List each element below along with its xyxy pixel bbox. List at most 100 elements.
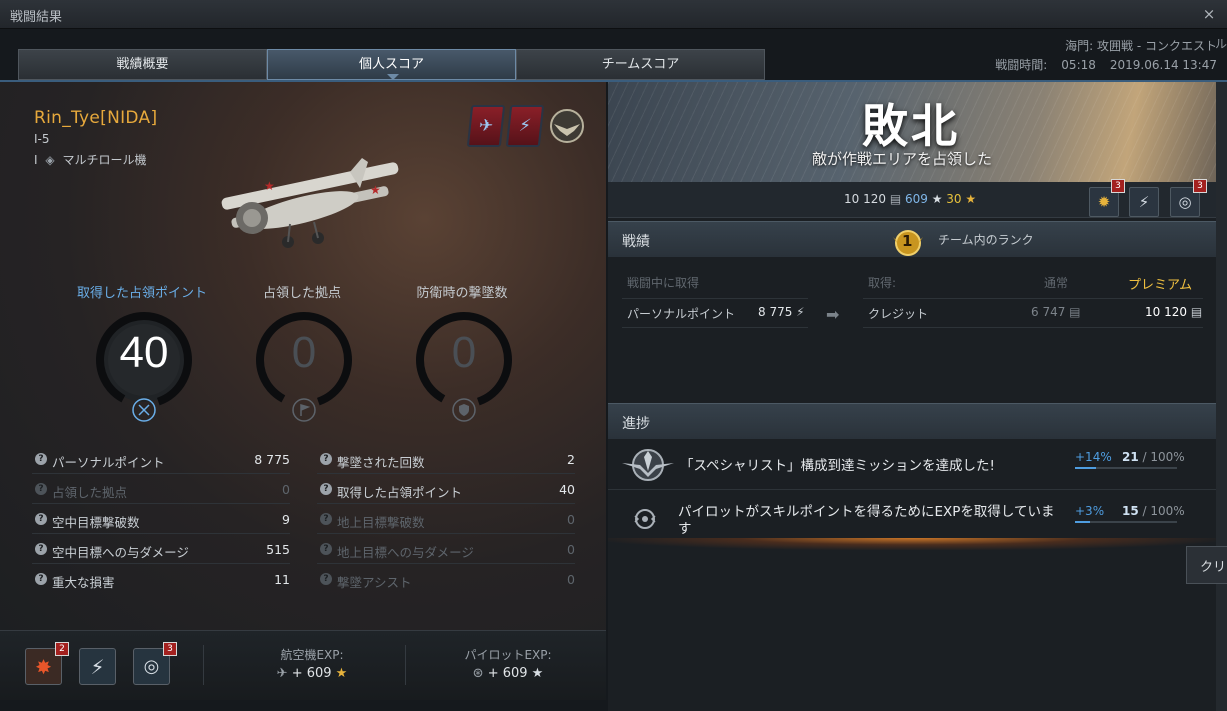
stat-value: 0 [567, 512, 575, 527]
progress-delta: +3% [1075, 504, 1105, 518]
stat-title-bases-captured: 占領した拠点 [262, 286, 341, 301]
stat-label: 地上目標への与ダメージ [337, 545, 474, 560]
crossed-swords-icon [132, 398, 156, 422]
stat-label: 空中目標への与ダメージ [52, 545, 189, 560]
pilot-icon: ⊛ [472, 666, 488, 681]
help-icon[interactable]: ? [35, 453, 47, 465]
achievements-badge: 2 [55, 642, 69, 656]
stat-row: ? 占領した拠点 0 [32, 474, 290, 504]
credits-icon: ▤ [886, 192, 905, 206]
help-icon[interactable]: ? [320, 573, 332, 585]
flag-icon [292, 398, 316, 422]
stat-row: ? パーソナルポイント 8 775 [32, 444, 290, 474]
help-icon[interactable]: ? [35, 573, 47, 585]
lightning-small-icon: ⚡ [792, 305, 805, 319]
stat-row: ? 撃墜アシスト 0 [317, 564, 575, 594]
medal-icon: ◎ [143, 656, 160, 677]
specialist-wings-icon [622, 449, 674, 481]
medal-eagle-icon[interactable] [547, 105, 587, 147]
stat-value: 0 [282, 482, 290, 497]
achievement-ribbons: ✈ ⚡ [466, 105, 587, 147]
progress-item: パイロットがスキルポイントを得るためにEXPを取得しています [608, 494, 1216, 544]
pilot-exp-value: + 609 [487, 666, 528, 681]
tab-personal-score[interactable]: 個人スコア [267, 49, 516, 80]
lightning-button[interactable]: ⚡ [79, 648, 116, 685]
help-icon[interactable]: ? [35, 483, 47, 495]
progress-bar [1075, 521, 1177, 523]
defense-kills-value: 0 [451, 328, 477, 377]
pilot-exp-label: パイロットEXP: [464, 648, 552, 662]
free-exp-value: 30 [946, 192, 962, 206]
result-tabs: 戦績概要 個人スコア チームスコア [18, 49, 766, 80]
ribbon-achievement-icon[interactable]: ✈ [466, 105, 506, 147]
rank-value: 1 [902, 232, 913, 250]
stat-value: 11 [274, 572, 290, 587]
progress-item: 「スペシャリスト」構成到達ミッションを達成した! [608, 440, 1216, 490]
personal-points-label: パーソナルポイント [627, 307, 736, 321]
close-icon[interactable]: × [1199, 4, 1219, 24]
help-icon[interactable]: ? [35, 543, 47, 555]
stat-ring-capture-points: 40 [94, 310, 194, 410]
credit-normal: 6 747 ▤ [1031, 305, 1081, 319]
tab-team-score[interactable]: チームスコア [516, 49, 765, 80]
edge-text: ル [1214, 37, 1227, 51]
progress-header: 進捗 [608, 403, 1216, 439]
aircraft-name: I-5 [34, 132, 50, 146]
free-exp-star-icon: ★ [961, 192, 977, 206]
result-title: 敗北 [862, 99, 960, 153]
ribbon-lightning-icon[interactable]: ⚡ [505, 105, 545, 147]
stat-row: ? 撃墜された回数 2 [317, 444, 575, 474]
achievement-burst-icon: ✹ [1097, 193, 1111, 211]
premium-label: プレミアム [1128, 278, 1193, 293]
aircraft-role: I ◈ マルチロール機 [34, 151, 146, 168]
help-icon[interactable]: ? [320, 513, 332, 525]
personal-points: 8 775 ⚡ [758, 305, 805, 319]
svg-text:★: ★ [370, 183, 381, 197]
progress-value: 15 / 100% [1122, 504, 1185, 518]
progress-bar [1075, 467, 1177, 469]
lightning-icon: ⚡ [1138, 193, 1150, 211]
stat-value: 0 [567, 572, 575, 587]
stat-value: 2 [567, 452, 575, 467]
progress-glow [608, 538, 1216, 550]
result-lightning-button[interactable]: ⚡ [1129, 187, 1159, 217]
duration-label: 戦闘時間: [995, 58, 1048, 72]
stat-label: 撃墜アシスト [337, 575, 412, 590]
credit-label: クレジット [868, 307, 929, 321]
stat-row: ? 空中目標への与ダメージ 515 [32, 534, 290, 564]
tab-summary[interactable]: 戦績概要 [18, 49, 267, 80]
explosion-plus-icon: ✸ [35, 654, 52, 679]
credit-premium-value: 10 120 [1145, 305, 1187, 319]
star-icon: ★ [527, 666, 544, 681]
help-icon[interactable]: ? [320, 453, 332, 465]
progress-fill [1075, 521, 1091, 523]
window-title: 戦闘結果 [10, 10, 63, 25]
credits-icon: ▤ [1187, 305, 1203, 319]
progress-value: 21 / 100% [1122, 450, 1185, 464]
result-medal-count: 3 [1193, 179, 1207, 193]
help-icon[interactable]: ? [35, 513, 47, 525]
exp-value: 609 [904, 192, 928, 206]
tooltip: クリ [1186, 546, 1227, 584]
result-badge-count: 3 [1111, 179, 1125, 193]
stat-row: ? 空中目標撃破数 9 [32, 504, 290, 534]
stat-value: 9 [282, 512, 290, 527]
help-icon[interactable]: ? [320, 543, 332, 555]
stat-label: 地上目標撃破数 [337, 515, 425, 530]
capture-points-value: 40 [119, 328, 169, 377]
map-mode: 海門: 攻囲戦 - コンクエスト [1065, 39, 1217, 53]
help-icon[interactable]: ? [320, 483, 332, 495]
player-name: Rin_Tye[NIDA] [34, 108, 158, 128]
role-label: マルチロール機 [62, 153, 147, 167]
progress-title: 進捗 [622, 416, 650, 432]
aircraft-image: ★ ★ [221, 158, 399, 248]
progress-fill [1075, 467, 1097, 469]
bases-captured-value: 0 [291, 328, 317, 377]
stat-ring-defense-kills: 0 [414, 310, 514, 410]
exp-star-icon: ★ [927, 192, 947, 206]
rewards-text: 10 120 ▤ 609 ★ 30 ★ [844, 192, 976, 206]
duration-value: 05:18 [1061, 58, 1096, 72]
stat-label: 撃墜された回数 [337, 455, 425, 470]
lightning-icon: ⚡ [90, 654, 105, 679]
obtained-label: 取得: [868, 276, 897, 290]
